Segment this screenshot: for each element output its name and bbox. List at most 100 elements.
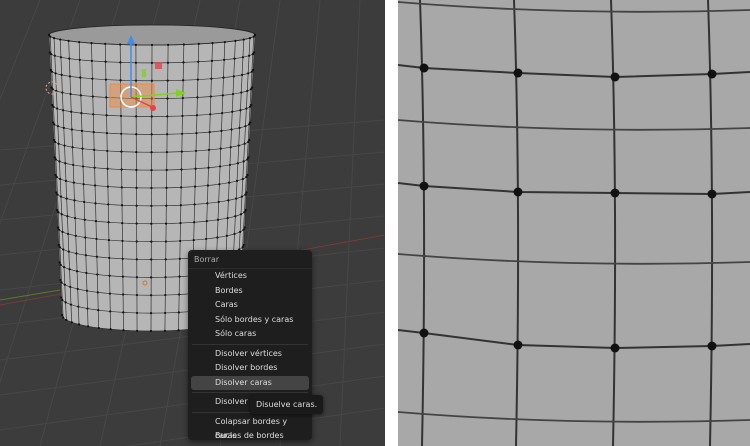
menu-item[interactable]: Bordes [191,284,309,299]
mesh-vertex [61,230,64,233]
mesh-vertex [134,79,138,82]
mesh-vertex [177,311,180,314]
mesh-vertex [56,208,59,212]
mesh-vertex [166,115,169,118]
mesh-vertex [232,75,235,78]
mesh-vertex [61,298,64,302]
mesh-vertex [226,216,229,220]
mesh-vertex [53,156,56,159]
mesh-vertex [65,318,68,322]
mesh-vertex [58,246,61,249]
mesh-vertex [84,236,87,239]
mesh-vertex [252,68,255,72]
mesh-vertex [107,221,110,224]
mesh-vertex [150,43,154,47]
mesh-vertex [178,293,181,296]
mesh-vertex [150,79,153,82]
mesh-vertex [210,77,213,80]
menu-item[interactable]: Disolver bordes [191,361,309,376]
mesh-vertex [165,168,168,172]
mesh-vertex [238,126,241,129]
mesh-vertex [166,61,170,64]
mesh-vertex [79,76,82,79]
mesh-vertex [150,222,153,225]
menu-separator [192,343,308,345]
mesh-vertex [72,163,75,167]
mesh-vertex [218,165,222,168]
mesh-vertex [513,68,523,78]
mesh-vertex [92,113,95,116]
mesh-vertex [135,329,139,332]
menu-item[interactable]: Colapsar bordes y caras [191,415,309,441]
mesh-vertex [134,61,138,64]
mesh-vertex [53,140,57,144]
mesh-vertex [165,222,168,225]
mesh-vertex [60,296,63,299]
mesh-vertex [62,126,65,129]
mesh-vertex [80,112,83,115]
mesh-vertex [135,186,138,189]
mesh-vertex [51,121,55,124]
mesh-vertex [58,160,61,163]
mesh-vertex [218,183,221,186]
mesh-vertex [150,151,153,154]
mesh-edge [398,411,750,423]
mesh-vertex [135,115,138,118]
tooltip: Disuelve caras. [250,395,324,414]
mesh-vertex [92,131,95,134]
mesh-vertex [246,173,249,177]
mesh-vertex [90,41,93,45]
mesh-vertex [59,56,63,59]
mesh-vertex [247,123,251,126]
mesh-vertex [104,78,108,81]
menu-item[interactable]: Sólo caras [191,327,309,342]
mesh-vertex [135,222,138,225]
menu-item[interactable]: Bucles de bordes [191,429,309,444]
mesh-vertex [108,292,112,295]
mesh-vertex [96,273,99,276]
mesh-vertex [67,250,70,253]
mesh-vertex [106,167,109,170]
mesh-vertex [245,107,248,110]
mesh-vertex [55,175,58,179]
menu-item[interactable]: Sólo bordes y caras [191,313,309,328]
mesh-vertex [241,246,244,249]
mesh-vertex [96,291,99,294]
mesh-vertex [209,95,212,98]
mesh-vertex [64,162,67,165]
menu-title: Borrar [188,250,312,269]
mesh-vertex [150,186,153,190]
mesh-vertex [248,36,252,40]
mesh-vertex [59,38,62,41]
mesh-vertex [121,239,124,243]
menu-item[interactable]: Disolver caras [191,375,309,390]
mesh-vertex [245,191,248,194]
mesh-vertex [120,168,123,171]
menu-item[interactable]: Disolver vértices [191,347,309,362]
mesh-vertex [65,197,68,200]
mesh-edge [398,253,750,265]
mesh-vertex [73,199,76,202]
mesh-vertex [80,129,84,132]
mesh-vertex [210,59,214,62]
mesh-vertex [220,129,223,132]
mesh-vertex [150,204,153,207]
mesh-vertex [610,72,620,82]
mesh-vertex [67,39,70,42]
mesh-vertex [707,189,717,199]
mesh-vertex [250,103,253,107]
mesh-vertex [242,228,245,231]
mesh-vertex [122,329,125,332]
mesh-vertex [206,202,209,205]
mesh-vertex [70,321,73,324]
mesh-vertex [182,43,185,46]
menu-item[interactable]: Vértices [191,269,309,284]
mesh-vertex [193,221,196,224]
mesh-vertex [93,184,97,187]
mesh-vertex [251,86,254,89]
gizmo-plane-handle [142,69,146,77]
mesh-vertex [242,160,245,163]
mesh-vertex [71,146,74,149]
menu-item[interactable]: Caras [191,298,309,313]
mesh-vertex [231,110,234,113]
